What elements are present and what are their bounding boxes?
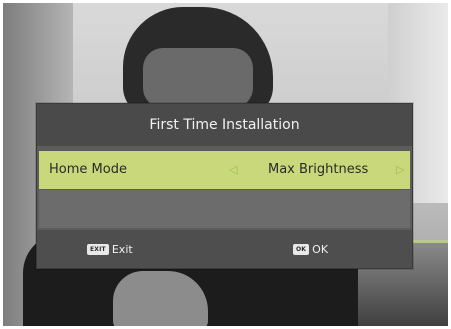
arrow-right-icon[interactable]: ▷	[396, 151, 404, 189]
home-mode-option-row[interactable]: Home Mode ◁ Max Brightness ▷	[39, 151, 410, 189]
exit-hint[interactable]: EXIT Exit	[87, 230, 133, 268]
dialog-title: First Time Installation	[37, 104, 412, 146]
home-mode-value: Max Brightness	[268, 162, 369, 177]
arrow-left-icon[interactable]: ◁	[229, 151, 237, 189]
first-time-installation-dialog: First Time Installation Home Mode ◁ Max …	[36, 103, 413, 269]
ok-label: OK	[312, 242, 329, 256]
person-face	[143, 48, 253, 108]
ok-key-icon: OK	[293, 243, 310, 255]
ok-hint[interactable]: OK OK	[293, 230, 328, 268]
home-mode-label: Home Mode	[49, 162, 127, 177]
exit-key-icon: EXIT	[87, 243, 109, 255]
empty-option-row	[39, 190, 410, 228]
dialog-footer: EXIT Exit OK OK	[37, 230, 412, 268]
exit-label: Exit	[111, 242, 133, 256]
